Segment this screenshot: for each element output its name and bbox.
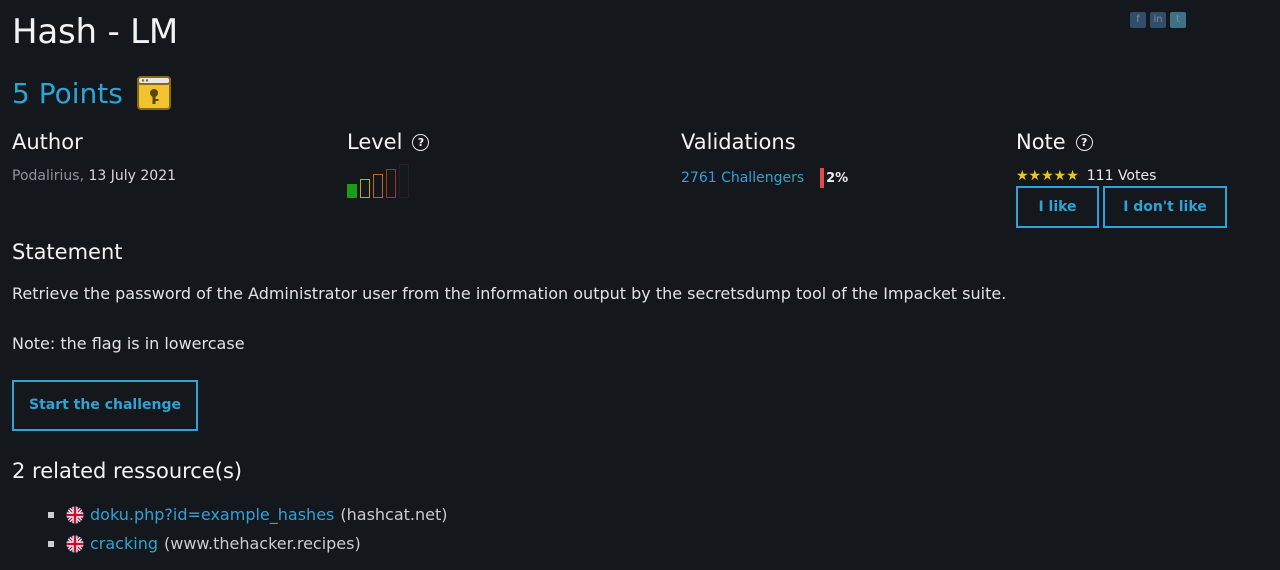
facebook-icon[interactable]: f bbox=[1130, 12, 1146, 28]
bullet bbox=[48, 511, 54, 518]
related-heading: 2 related ressource(s) bbox=[12, 459, 243, 483]
key-window-icon bbox=[136, 76, 171, 110]
points-row: 5 Points bbox=[12, 76, 171, 110]
dislike-button[interactable]: I don't like bbox=[1103, 186, 1227, 228]
note-heading: Note ? bbox=[1016, 130, 1227, 154]
related-resources-list: doku.php?id=example_hashes (hashcat.net)… bbox=[48, 500, 448, 558]
level-bar bbox=[373, 174, 383, 198]
star-rating-icon: ★★★★★ bbox=[1016, 168, 1079, 184]
page-title: Hash - LM bbox=[12, 12, 179, 52]
level-bar bbox=[347, 184, 357, 198]
level-bar bbox=[386, 169, 396, 198]
help-icon[interactable]: ? bbox=[1075, 133, 1093, 151]
rating-line: ★★★★★ 111 Votes bbox=[1016, 168, 1227, 184]
resource-domain: (www.thehacker.recipes) bbox=[163, 534, 361, 553]
author-line: Podalirius, 13 July 2021 bbox=[12, 168, 176, 184]
validations-heading: Validations bbox=[681, 130, 796, 154]
validations-section: Validations 2761 Challengers 2% bbox=[681, 130, 848, 188]
challengers-link[interactable]: 2761 Challengers bbox=[681, 170, 804, 186]
resource-link[interactable]: doku.php?id=example_hashes bbox=[90, 505, 334, 524]
author-date: 13 July 2021 bbox=[88, 168, 177, 184]
uk-flag-icon bbox=[66, 535, 84, 552]
percent-bar bbox=[820, 168, 825, 188]
level-bar bbox=[360, 179, 370, 198]
note-section: Note ? ★★★★★ 111 Votes I like I don't li… bbox=[1016, 130, 1227, 228]
validations-line: 2761 Challengers 2% bbox=[681, 168, 848, 188]
author-section: Author Podalirius, 13 July 2021 bbox=[12, 130, 176, 184]
resource-domain: (hashcat.net) bbox=[340, 505, 448, 524]
level-bar bbox=[399, 164, 409, 198]
start-challenge-button[interactable]: Start the challenge bbox=[12, 380, 198, 431]
help-icon[interactable]: ? bbox=[412, 133, 430, 151]
vote-buttons: I like I don't like bbox=[1016, 186, 1227, 228]
author-name-link[interactable]: Podalirius bbox=[12, 168, 80, 184]
statement-note: Note: the flag is in lowercase bbox=[12, 334, 245, 353]
points-value: 5 Points bbox=[12, 76, 123, 110]
author-separator: , bbox=[79, 168, 85, 184]
list-item: doku.php?id=example_hashes (hashcat.net) bbox=[48, 500, 448, 529]
like-button[interactable]: I like bbox=[1016, 186, 1099, 228]
statement-heading: Statement bbox=[12, 240, 123, 264]
level-section: Level ? bbox=[347, 130, 430, 198]
votes-count: 111 Votes bbox=[1086, 168, 1157, 184]
social-share-bar: f in t bbox=[1130, 12, 1186, 28]
percent-value: 2% bbox=[826, 170, 849, 186]
uk-flag-icon bbox=[66, 506, 84, 523]
author-heading: Author bbox=[12, 130, 83, 154]
level-heading: Level ? bbox=[347, 130, 430, 154]
validation-percent: 2% bbox=[820, 168, 848, 188]
resource-link[interactable]: cracking bbox=[90, 534, 158, 553]
level-indicator bbox=[347, 164, 429, 198]
challenge-page: f in t Hash - LM 5 Points Author Podalir… bbox=[0, 0, 1280, 570]
statement-text: Retrieve the password of the Administrat… bbox=[12, 284, 1007, 303]
linkedin-icon[interactable]: in bbox=[1150, 12, 1166, 28]
twitter-icon[interactable]: t bbox=[1170, 12, 1186, 28]
list-item: cracking (www.thehacker.recipes) bbox=[48, 529, 448, 558]
bullet bbox=[48, 540, 54, 547]
